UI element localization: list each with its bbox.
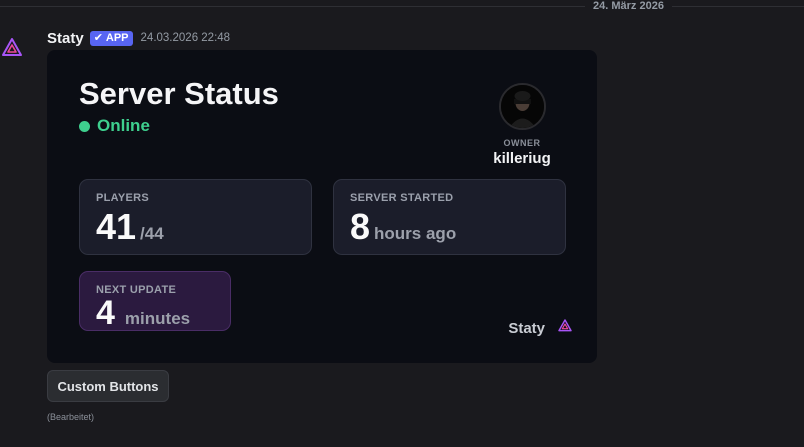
footer-brand-name: Staty — [508, 319, 545, 337]
players-value: 41 — [96, 206, 137, 247]
status-dot-icon — [79, 120, 90, 132]
bot-avatar-icon[interactable] — [0, 36, 24, 60]
message-timestamp: 24.03.2026 22:48 — [140, 32, 231, 44]
status-indicator: Online — [79, 116, 150, 136]
app-badge-label: APP — [105, 31, 129, 44]
edited-marker: (Bearbeitet) — [47, 412, 95, 422]
next-update-value: 4 — [96, 294, 115, 332]
next-update-stat: NEXT UPDATE 4 minutes — [79, 271, 231, 333]
server-started-value: 8 — [350, 206, 371, 247]
server-started-value-line: 8 hours ago — [350, 206, 456, 248]
server-status-card: Server Status Online OWNER killeriug PLA… — [47, 50, 597, 363]
server-started-label: SERVER STARTED — [350, 192, 454, 204]
next-update-value-line: 4 minutes — [96, 294, 190, 333]
server-started-unit: hours ago — [374, 224, 457, 243]
app-badge: ✔ APP — [89, 30, 133, 46]
players-label: PLAYERS — [96, 192, 150, 204]
footer-brand: Staty — [508, 318, 573, 338]
players-stat: PLAYERS 41/44 — [79, 179, 312, 255]
players-value-line: 41/44 — [96, 206, 164, 248]
next-update-unit: minutes — [124, 309, 191, 328]
server-started-stat: SERVER STARTED 8 hours ago — [333, 179, 566, 255]
date-divider-label: 24. März 2026 — [585, 0, 672, 12]
date-divider: 24. März 2026 — [0, 0, 804, 12]
owner-name: killeriug — [493, 150, 551, 167]
username[interactable]: Staty — [47, 30, 84, 47]
owner-block: OWNER killeriug — [487, 83, 557, 167]
staty-logo-icon — [557, 318, 573, 338]
custom-buttons-button[interactable]: Custom Buttons — [47, 370, 169, 402]
players-max: /44 — [140, 224, 164, 243]
owner-avatar[interactable] — [498, 83, 546, 130]
status-text: Online — [97, 116, 150, 135]
card-title: Server Status — [79, 76, 279, 111]
divider-line — [0, 6, 804, 7]
check-icon: ✔ — [93, 31, 103, 44]
message-header: Staty ✔ APP 24.03.2026 22:48 — [47, 28, 230, 48]
owner-label: OWNER — [503, 138, 541, 148]
